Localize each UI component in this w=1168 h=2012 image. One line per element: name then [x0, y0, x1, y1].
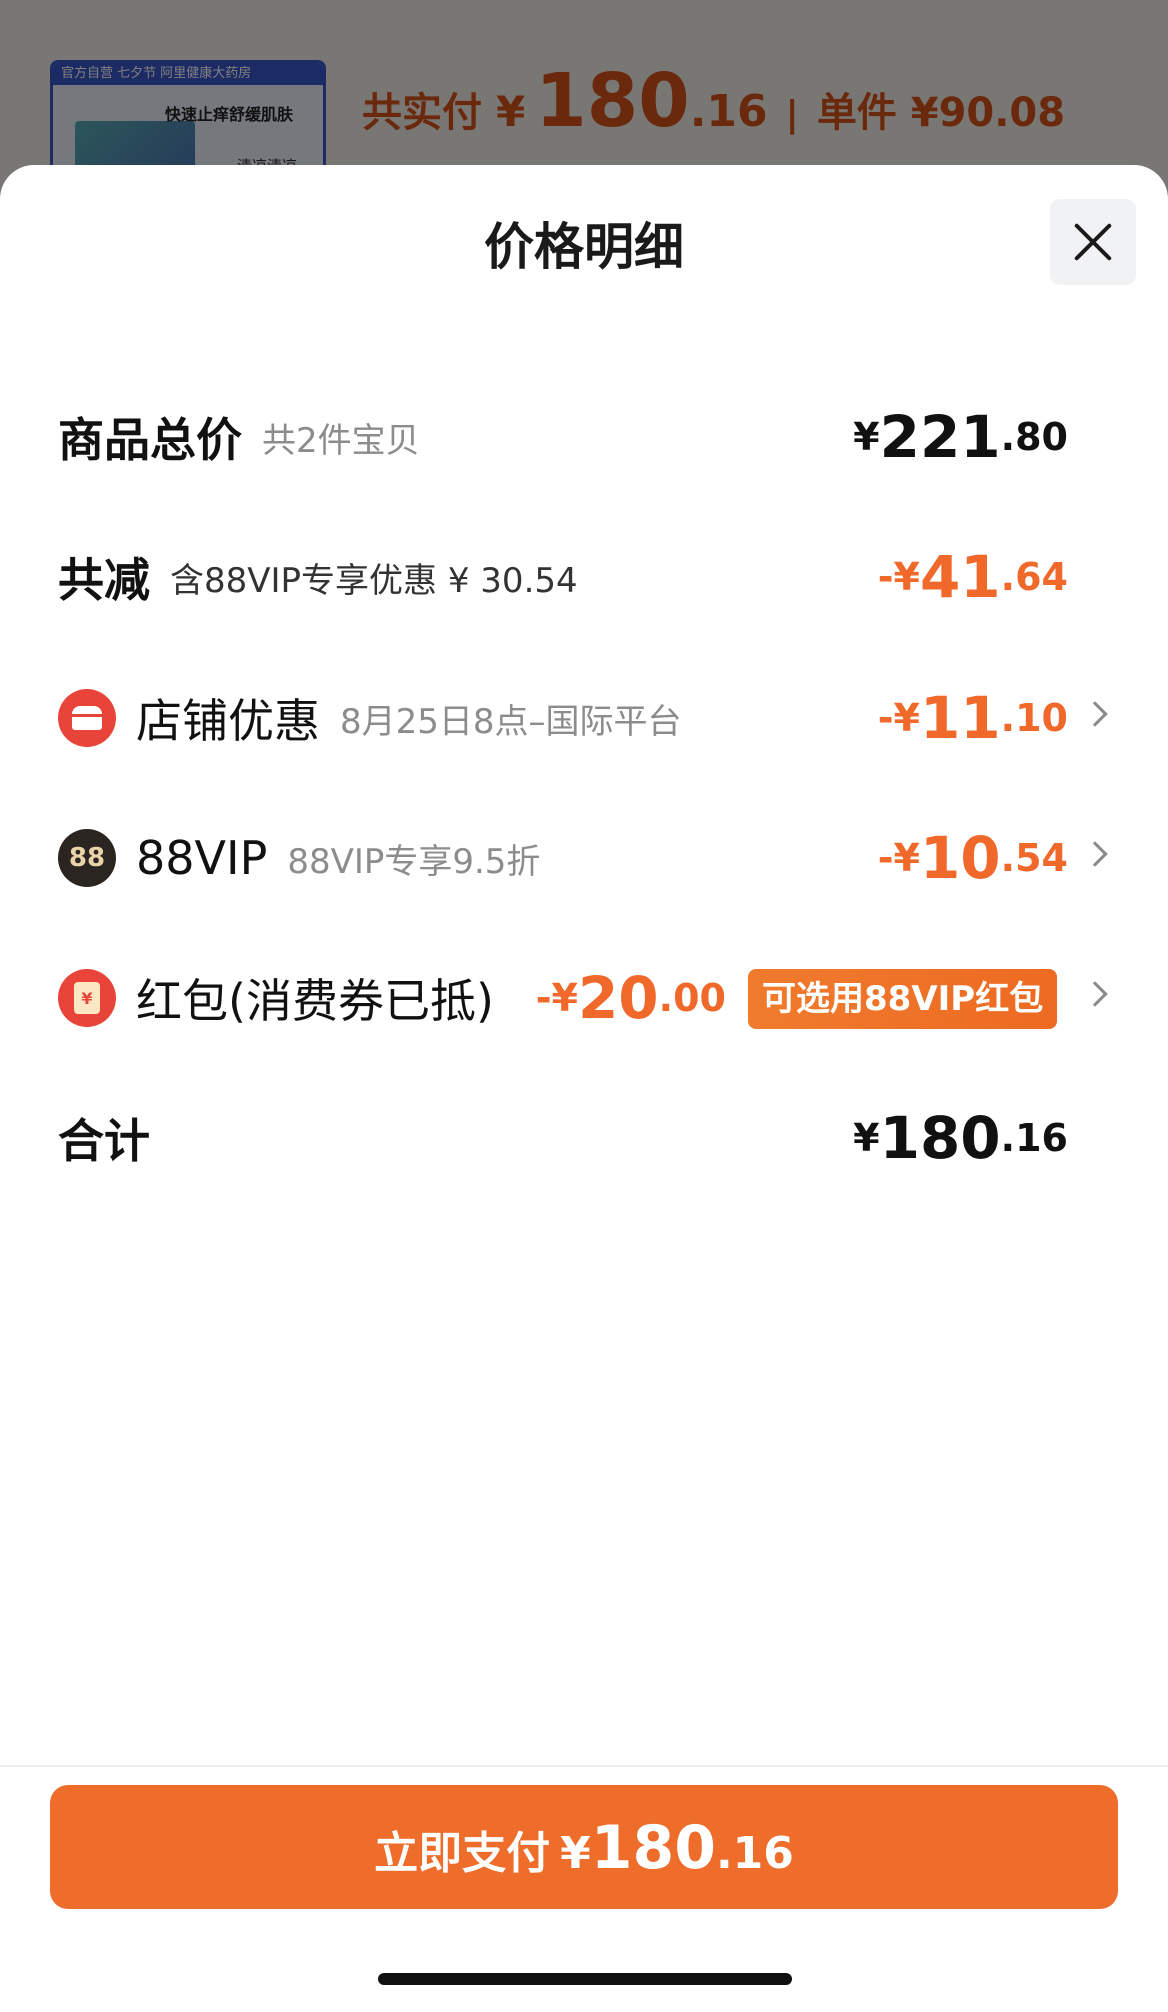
amount-int: 41 [919, 543, 1001, 611]
currency: -¥ [535, 976, 578, 1020]
amount-dec: .64 [1000, 555, 1068, 599]
red-packet-label: 红包(消费券已抵) [136, 974, 494, 1028]
goods-total-label: 商品总价 [58, 413, 242, 467]
amount-dec: .54 [1000, 836, 1068, 880]
store-discount-amount: -¥ 11 .10 [878, 668, 1068, 768]
price-detail-sheet: 价格明细 商品总价 共2件宝贝 ¥ 221 .80 共减 含88VIP专享优惠 … [0, 165, 1168, 2012]
chevron-right-icon [1082, 981, 1108, 1007]
vip-discount-note: 含88VIP专享优惠 ¥ 30.54 [170, 560, 578, 601]
grand-total-label: 合计 [58, 1114, 150, 1168]
footer-divider [0, 1765, 1168, 1767]
pay-currency: ¥ [560, 1828, 591, 1879]
row-store-discount[interactable]: 店铺优惠 8月25日8点–国际平台 -¥ 11 .10 [0, 668, 1168, 768]
amount-int: 10 [919, 824, 1001, 892]
amount-int: 20 [577, 964, 659, 1032]
vip-red-packet-badge[interactable]: 可选用88VIP红包 [748, 969, 1058, 1029]
currency: ¥ [853, 1116, 880, 1160]
currency: ¥ [853, 415, 880, 459]
pay-now-label: 立即支付 [374, 1828, 551, 1879]
currency: -¥ [877, 555, 920, 599]
grand-total-amount: ¥ 180 .16 [853, 1088, 1068, 1188]
red-packet-icon: ¥ [58, 969, 116, 1027]
amount-int: 11 [919, 684, 1001, 752]
goods-count: 共2件宝贝 [262, 420, 420, 461]
goods-total-amount: ¥ 221 .80 [853, 387, 1068, 487]
total-discount-label: 共减 [58, 553, 150, 607]
amount-dec: .00 [658, 976, 726, 1020]
row-grand-total: 合计 ¥ 180 .16 [0, 1088, 1168, 1188]
sheet-title: 价格明细 [484, 218, 684, 276]
currency: -¥ [877, 696, 920, 740]
row-total-discount: 共减 含88VIP专享优惠 ¥ 30.54 -¥ 41 .64 [0, 527, 1168, 627]
amount-dec: .80 [1000, 415, 1068, 459]
pay-now-button[interactable]: 立即支付 ¥ 180 .16 [50, 1785, 1118, 1909]
chevron-right-icon [1082, 701, 1108, 727]
row-red-packet[interactable]: ¥ 红包(消费券已抵) -¥ 20 .00 可选用88VIP红包 [0, 948, 1168, 1048]
amount-dec: .10 [1000, 696, 1068, 740]
chevron-right-icon [1082, 841, 1108, 867]
store-discount-note: 8月25日8点–国际平台 [340, 701, 682, 742]
amount-int: 180 [879, 1104, 1001, 1172]
vip-discount-rate: 88VIP专享9.5折 [287, 841, 541, 882]
currency: -¥ [877, 836, 920, 880]
red-packet-amount: -¥ 20 .00 [536, 948, 726, 1048]
red-packet-glyph: ¥ [74, 982, 100, 1014]
amount-int: 221 [879, 403, 1001, 471]
store-discount-label: 店铺优惠 [136, 694, 320, 748]
amount-dec: .16 [1000, 1116, 1068, 1160]
row-goods-total: 商品总价 共2件宝贝 ¥ 221 .80 [0, 387, 1168, 487]
pay-amount-dec: .16 [715, 1828, 794, 1879]
store-icon [58, 689, 116, 747]
row-vip-discount[interactable]: 88 88VIP 88VIP专享9.5折 -¥ 10 .54 [0, 808, 1168, 908]
vip-label: 88VIP [136, 831, 268, 885]
pay-amount-int: 180 [590, 1813, 716, 1883]
close-button[interactable] [1050, 199, 1136, 285]
home-indicator[interactable] [378, 1973, 792, 1985]
vip-discount-amount: -¥ 10 .54 [878, 808, 1068, 908]
total-discount-amount: -¥ 41 .64 [878, 527, 1068, 627]
vip-icon: 88 [58, 829, 116, 887]
